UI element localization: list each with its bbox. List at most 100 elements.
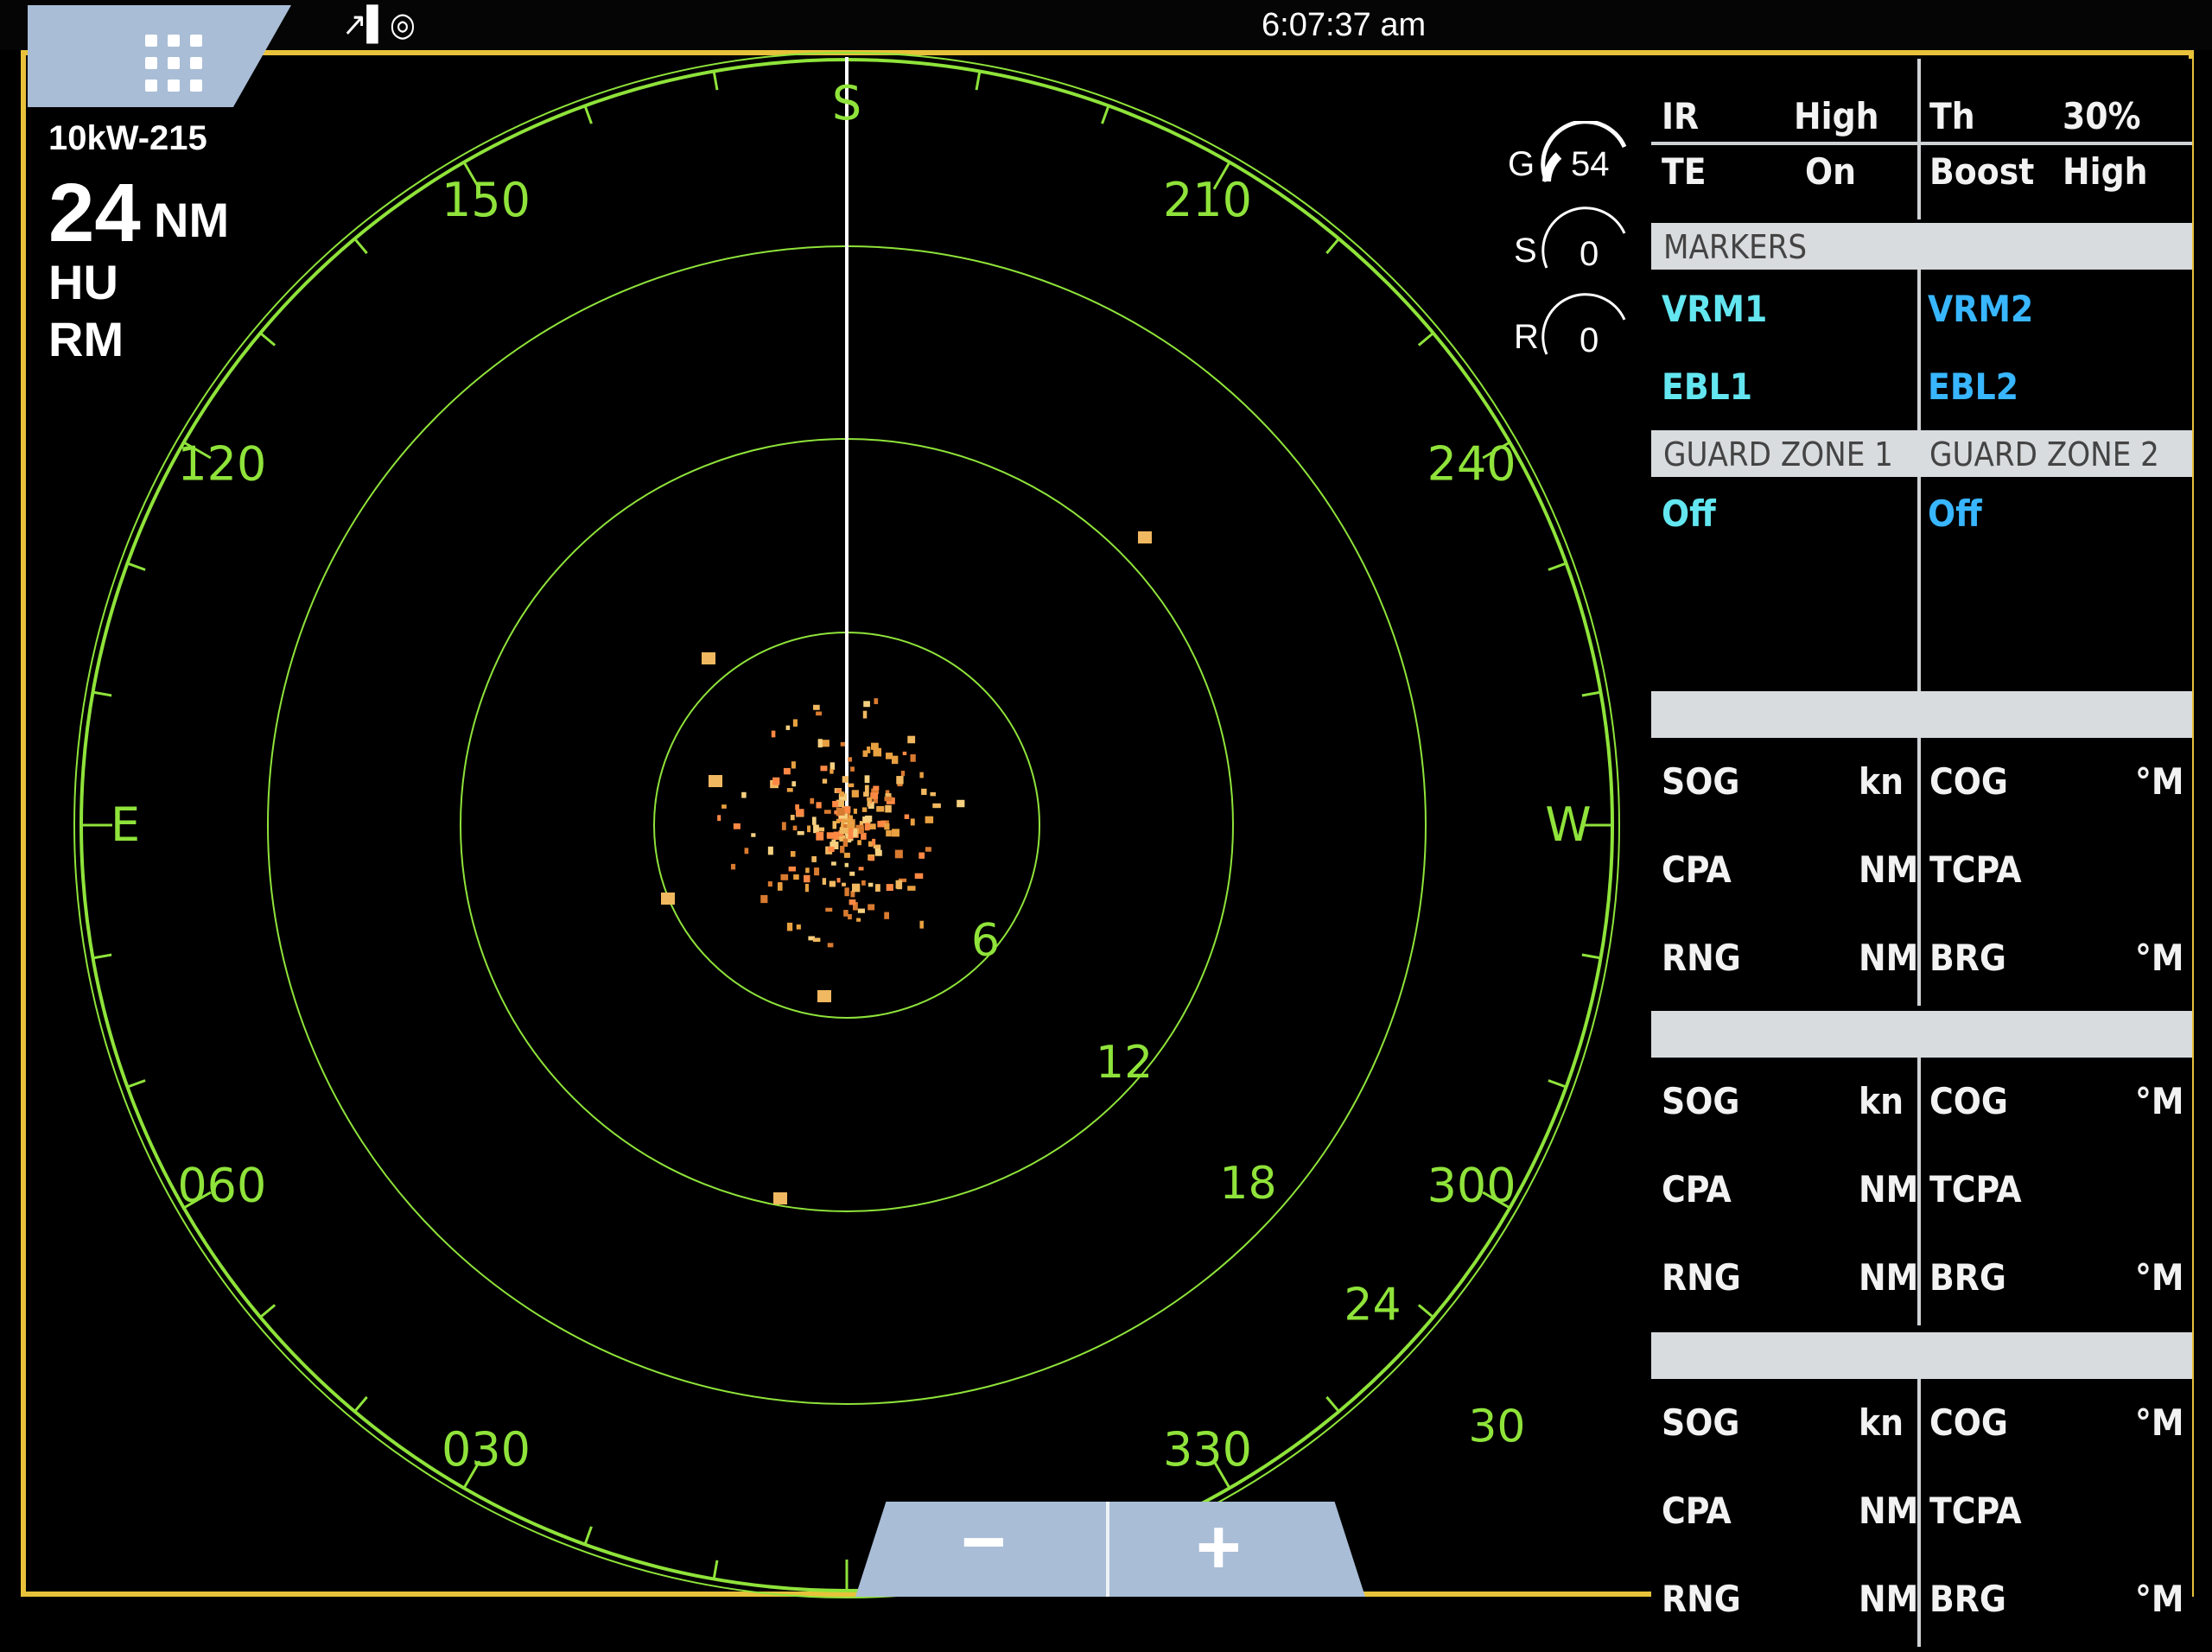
- echo-return: [805, 867, 810, 874]
- echo-return: [896, 886, 902, 890]
- echo-return: [873, 747, 882, 757]
- echo-return: [851, 790, 859, 797]
- compass-tick: [1417, 332, 1434, 346]
- echo-return: [733, 823, 741, 829]
- echo-return: [848, 757, 853, 762]
- echo-return: [876, 805, 885, 812]
- echo-return: [886, 884, 893, 892]
- boost-value[interactable]: High: [2063, 150, 2148, 193]
- guard-zone-2-status[interactable]: Off: [1928, 492, 1982, 535]
- echo-return: [785, 725, 791, 730]
- echo-target: [709, 775, 722, 787]
- rng-unit: NM: [1859, 1256, 1919, 1299]
- compass-tick: [1581, 953, 1601, 960]
- echo-return: [816, 711, 823, 716]
- echo-return: [830, 768, 834, 774]
- echo-return: [874, 849, 882, 856]
- gauge-label-s: S: [1514, 232, 1537, 270]
- echo-return: [816, 831, 824, 841]
- echo-return: [817, 739, 823, 748]
- echo-return: [868, 882, 874, 887]
- target-block-1[interactable]: SOG kn COG °M CPA NM TCPA RNG NM BRG °M: [1651, 691, 2192, 1011]
- target-block-3[interactable]: SOG kn COG °M CPA NM TCPA RNG NM BRG °M: [1651, 1332, 2192, 1652]
- ebl2-button[interactable]: EBL2: [1928, 365, 2018, 408]
- echo-return: [781, 822, 786, 830]
- ebl1-button[interactable]: EBL1: [1662, 365, 1752, 408]
- echo-return: [783, 767, 791, 775]
- compass-tick: [1581, 690, 1601, 697]
- cog-label: COG: [1929, 760, 2008, 803]
- compass-tick: [92, 690, 112, 697]
- echo-return: [839, 828, 849, 835]
- echo-return: [741, 791, 747, 798]
- sog-unit: kn: [1859, 1401, 1904, 1444]
- echo-return: [836, 808, 845, 816]
- range-value[interactable]: 24: [48, 166, 141, 261]
- echo-return: [780, 874, 789, 880]
- target-header: [1651, 1011, 2192, 1058]
- zoom-controls: − +: [855, 1502, 1365, 1597]
- echo-return: [811, 855, 817, 862]
- echo-return: [842, 776, 849, 783]
- cpa-label: CPA: [1662, 848, 1732, 891]
- orientation-mode[interactable]: HU: [48, 254, 118, 310]
- echo-return: [786, 788, 793, 792]
- echo-return: [813, 824, 819, 834]
- echo-return: [925, 816, 934, 823]
- ir-label: IR: [1662, 95, 1700, 137]
- target-block-2[interactable]: SOG kn COG °M CPA NM TCPA RNG NM BRG °M: [1651, 1011, 2192, 1331]
- compass-label: W: [1545, 797, 1591, 852]
- zoom-out-button[interactable]: −: [961, 1502, 1007, 1587]
- th-value[interactable]: 30%: [2063, 95, 2140, 137]
- guard-zone-1-label: GUARD ZONE 1: [1663, 435, 1893, 473]
- echo-return: [904, 814, 910, 819]
- ir-value[interactable]: High: [1794, 95, 1879, 137]
- cog-unit: °M: [2135, 1401, 2184, 1444]
- guard-zone-1-status[interactable]: Off: [1662, 492, 1716, 535]
- echo-return: [850, 766, 855, 772]
- echo-return: [795, 809, 804, 816]
- vrm2-button[interactable]: VRM2: [1928, 288, 2033, 330]
- brg-label: BRG: [1929, 937, 2006, 979]
- echo-return: [865, 815, 873, 823]
- markers-header: MARKERS: [1651, 223, 2192, 270]
- echo-return: [900, 771, 906, 777]
- echo-return: [804, 883, 809, 893]
- echo-return: [884, 823, 890, 830]
- echo-return: [907, 886, 916, 891]
- echo-return: [919, 772, 924, 778]
- echo-return: [822, 778, 828, 784]
- echo-return: [825, 907, 833, 912]
- echo-return: [842, 882, 846, 886]
- compass-label: 150: [442, 173, 531, 227]
- rng-label: RNG: [1662, 1256, 1741, 1299]
- cog-unit: °M: [2135, 760, 2184, 803]
- motion-mode[interactable]: RM: [48, 311, 124, 367]
- zoom-in-button[interactable]: +: [1196, 1503, 1242, 1592]
- range-ring-label: 18: [1219, 1158, 1276, 1210]
- markers-title: MARKERS: [1663, 228, 1808, 266]
- compass-tick: [126, 1079, 146, 1089]
- echo-return: [797, 830, 804, 836]
- echo-return: [840, 741, 846, 747]
- echo-return: [833, 831, 839, 841]
- echo-return: [792, 825, 798, 831]
- echo-return: [810, 797, 815, 804]
- echo-return: [861, 807, 868, 812]
- target-header: [1651, 1332, 2192, 1379]
- echo-return: [907, 735, 916, 744]
- echo-return: [910, 818, 915, 826]
- echo-return: [830, 762, 836, 770]
- te-value[interactable]: On: [1805, 150, 1856, 193]
- echo-return: [796, 924, 801, 930]
- echo-return: [869, 856, 874, 861]
- echo-return: [826, 832, 834, 839]
- range-ring-label: 24: [1344, 1280, 1401, 1331]
- compass-label: 210: [1163, 173, 1252, 227]
- sog-label: SOG: [1662, 1401, 1740, 1444]
- echo-return: [816, 802, 822, 809]
- compass-tick: [1548, 1079, 1567, 1089]
- tcpa-label: TCPA: [1929, 1490, 2022, 1532]
- echo-target: [661, 893, 675, 905]
- vrm1-button[interactable]: VRM1: [1662, 288, 1767, 330]
